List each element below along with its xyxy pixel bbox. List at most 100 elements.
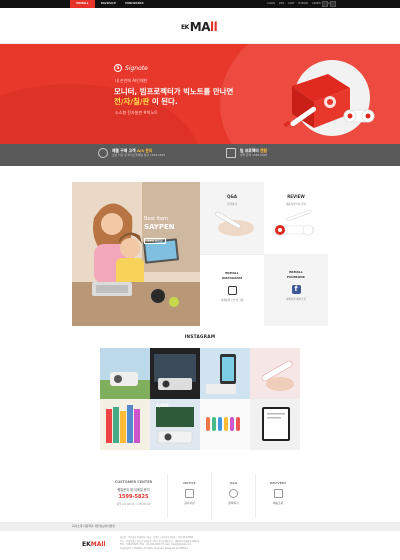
chat-icon	[229, 489, 238, 498]
insta-tile-title: EKMALL	[225, 271, 239, 275]
delivery-box[interactable]: DELIVERY 배송조회	[256, 474, 300, 518]
search-icon[interactable]	[322, 1, 328, 7]
instagram-icon	[227, 286, 237, 295]
as-subtitle: 정보 저장 및 카카오톡채팅 상담 1599-5825	[112, 153, 166, 157]
instagram-post[interactable]	[200, 399, 250, 450]
cs-phone: 1599-5825	[118, 494, 149, 500]
delivery-title: DELIVERY	[269, 481, 287, 485]
customer-center: CUSTOMER CENTER 평일문의 및 이메일 문의 1599-5825 …	[100, 474, 300, 518]
delivery-label: 배송조회	[272, 501, 284, 505]
cs-hours: 평일 AM 09:00 ~ PM 06:00	[116, 503, 151, 506]
instagram-post[interactable]	[250, 399, 300, 450]
notice-label: 공지사항	[184, 501, 195, 505]
hero-banner[interactable]: S Signote 내 손안에 AI인재한 모니터, 빔프로젝터가 빅노트를 만…	[0, 44, 400, 144]
top-utility-bar: EKMALL BIGSPACE MINIWORKS LOGIN JOIN CAR…	[0, 0, 400, 8]
family-photo	[72, 182, 200, 326]
rental-banner[interactable]: 빔 프로젝터 렌탈 렌탈 문의 1599-5825	[226, 148, 267, 158]
cart-link[interactable]: CART	[288, 0, 294, 8]
post-image	[206, 354, 236, 394]
bar-icons	[322, 1, 336, 7]
footer-logo-a: EK	[82, 541, 91, 548]
instagram-feed: 4,000	[100, 348, 300, 450]
review-product-image	[273, 209, 315, 236]
footer-logo-b: MAll	[90, 541, 106, 548]
qa-box-title: Q&A	[229, 481, 238, 485]
notice-icon	[185, 489, 194, 498]
menu-icon[interactable]	[330, 1, 336, 7]
post-price: 4,000	[156, 403, 169, 408]
instagram-post[interactable]	[250, 348, 300, 399]
reel-icon	[343, 109, 375, 123]
facebook-tile[interactable]: EKMALL FACEBOOK f 이케이몰 페이스북	[264, 254, 328, 326]
fb-tile-title2: FACEBOOK	[287, 275, 305, 279]
post-image	[262, 407, 290, 441]
site-tab-ekmall[interactable]: EKMALL	[70, 0, 95, 8]
hero-headline-tail: 이 된다.	[149, 97, 178, 106]
best-item-name: SAYPEN	[144, 223, 175, 231]
instagram-post[interactable]	[150, 348, 200, 399]
footer-links[interactable]: 회사소개 이용약관 개인정보처리방침	[72, 522, 115, 531]
instagram-post[interactable]	[100, 348, 150, 399]
instagram-post[interactable]: 4,000	[150, 399, 200, 450]
brand-name: Signote	[125, 64, 148, 72]
product-illustration	[283, 60, 375, 136]
copyright: Copyright ⓒ EKMALL All rights reserved. …	[120, 546, 188, 550]
cs-title: CUSTOMER CENTER	[114, 480, 153, 484]
pen-hand-image	[215, 211, 254, 236]
notice-box[interactable]: NOTICE 공지사항	[168, 474, 212, 518]
notice-title: NOTICE	[183, 481, 196, 485]
hero-eyebrow: 내 손안에 AI인재한	[115, 78, 148, 83]
brand-badge-icon: S	[114, 64, 122, 72]
projector-icon	[226, 148, 236, 158]
hero-headline-2: 전/자/칠/판 이 된다.	[114, 96, 178, 107]
customer-center-info: CUSTOMER CENTER 평일문의 및 이메일 문의 1599-5825 …	[100, 474, 168, 518]
logo-accent: ll	[209, 20, 218, 34]
qa-tile[interactable]: Q&A 문의하기	[200, 182, 264, 254]
hero-subtitle: 소소형 전자칠판 #빅노트	[115, 110, 158, 115]
login-link[interactable]: LOGIN	[267, 0, 274, 8]
logo-main: MA	[189, 20, 211, 34]
site-header: EKMAll	[0, 8, 400, 44]
footer-logo[interactable]: EKMAll	[82, 541, 105, 548]
fb-tile-title: EKMALL	[289, 270, 303, 274]
hero-highlight: 전/자/칠/판	[114, 97, 150, 106]
qa-box[interactable]: Q&A 문의하기	[212, 474, 256, 518]
insta-tile-subtitle: 이케이몰 인스타그램	[220, 299, 244, 302]
feature-grid: Best Item SAYPEN VIEW MORE Q&A 문의하기 REVI…	[72, 182, 328, 326]
as-inquiry-banner[interactable]: 제품 구매 고객 A/S 문의 정보 저장 및 카카오톡채팅 상담 1599-5…	[98, 148, 165, 158]
post-image	[154, 354, 196, 390]
utility-links: LOGIN JOIN CART MYPAGE ORDER Q&A	[267, 0, 330, 8]
review-title: REVIEW	[287, 194, 305, 199]
site-tab-bigspace[interactable]: BIGSPACE	[96, 0, 121, 8]
truck-icon	[273, 489, 283, 498]
hero-brand: S Signote	[114, 64, 148, 72]
join-link[interactable]: JOIN	[279, 0, 284, 8]
headset-icon	[98, 148, 108, 158]
page: EKMALL BIGSPACE MINIWORKS LOGIN JOIN CAR…	[0, 0, 400, 560]
site-tab-miniworks[interactable]: MINIWORKS	[122, 0, 147, 8]
best-item-label: Best Item	[144, 216, 169, 222]
fb-tile-subtitle: 이케이몰 페이스북	[286, 298, 306, 301]
footer-nav: 회사소개 이용약관 개인정보처리방침	[0, 522, 400, 531]
post-image	[261, 360, 294, 391]
instagram-section-title: INSTAGRAM	[184, 334, 216, 339]
post-image	[106, 405, 140, 443]
footer: EKMAll 상호명 : 주식회사 이케이몰 | 대표 : 홍길동 | 사업자등…	[0, 531, 400, 560]
qa-box-label: 문의하기	[228, 501, 239, 505]
facebook-icon: f	[291, 285, 301, 294]
instagram-post[interactable]	[100, 399, 150, 450]
review-tile[interactable]: REVIEW 제품리뷰 바로가기	[264, 182, 328, 254]
instagram-tile[interactable]: EKMALL INSTAGRAM 이케이몰 인스타그램	[200, 254, 264, 326]
order-link[interactable]: ORDER	[312, 0, 321, 8]
post-image	[206, 417, 240, 431]
service-band: 제품 구매 고객 A/S 문의 정보 저장 및 카카오톡채팅 상담 1599-5…	[0, 144, 400, 166]
mypage-link[interactable]: MYPAGE	[298, 0, 308, 8]
site-logo[interactable]: EKMAll	[181, 20, 218, 35]
logo-prefix: EK	[181, 24, 189, 31]
best-item-photo[interactable]: Best Item SAYPEN VIEW MORE	[72, 182, 200, 326]
cs-subtitle: 평일문의 및 이메일 문의	[117, 488, 150, 492]
view-more-button[interactable]: VIEW MORE	[144, 238, 166, 244]
insta-tile-title2: INSTAGRAM	[221, 276, 242, 280]
instagram-post[interactable]	[200, 348, 250, 399]
qa-title: Q&A	[227, 194, 237, 199]
